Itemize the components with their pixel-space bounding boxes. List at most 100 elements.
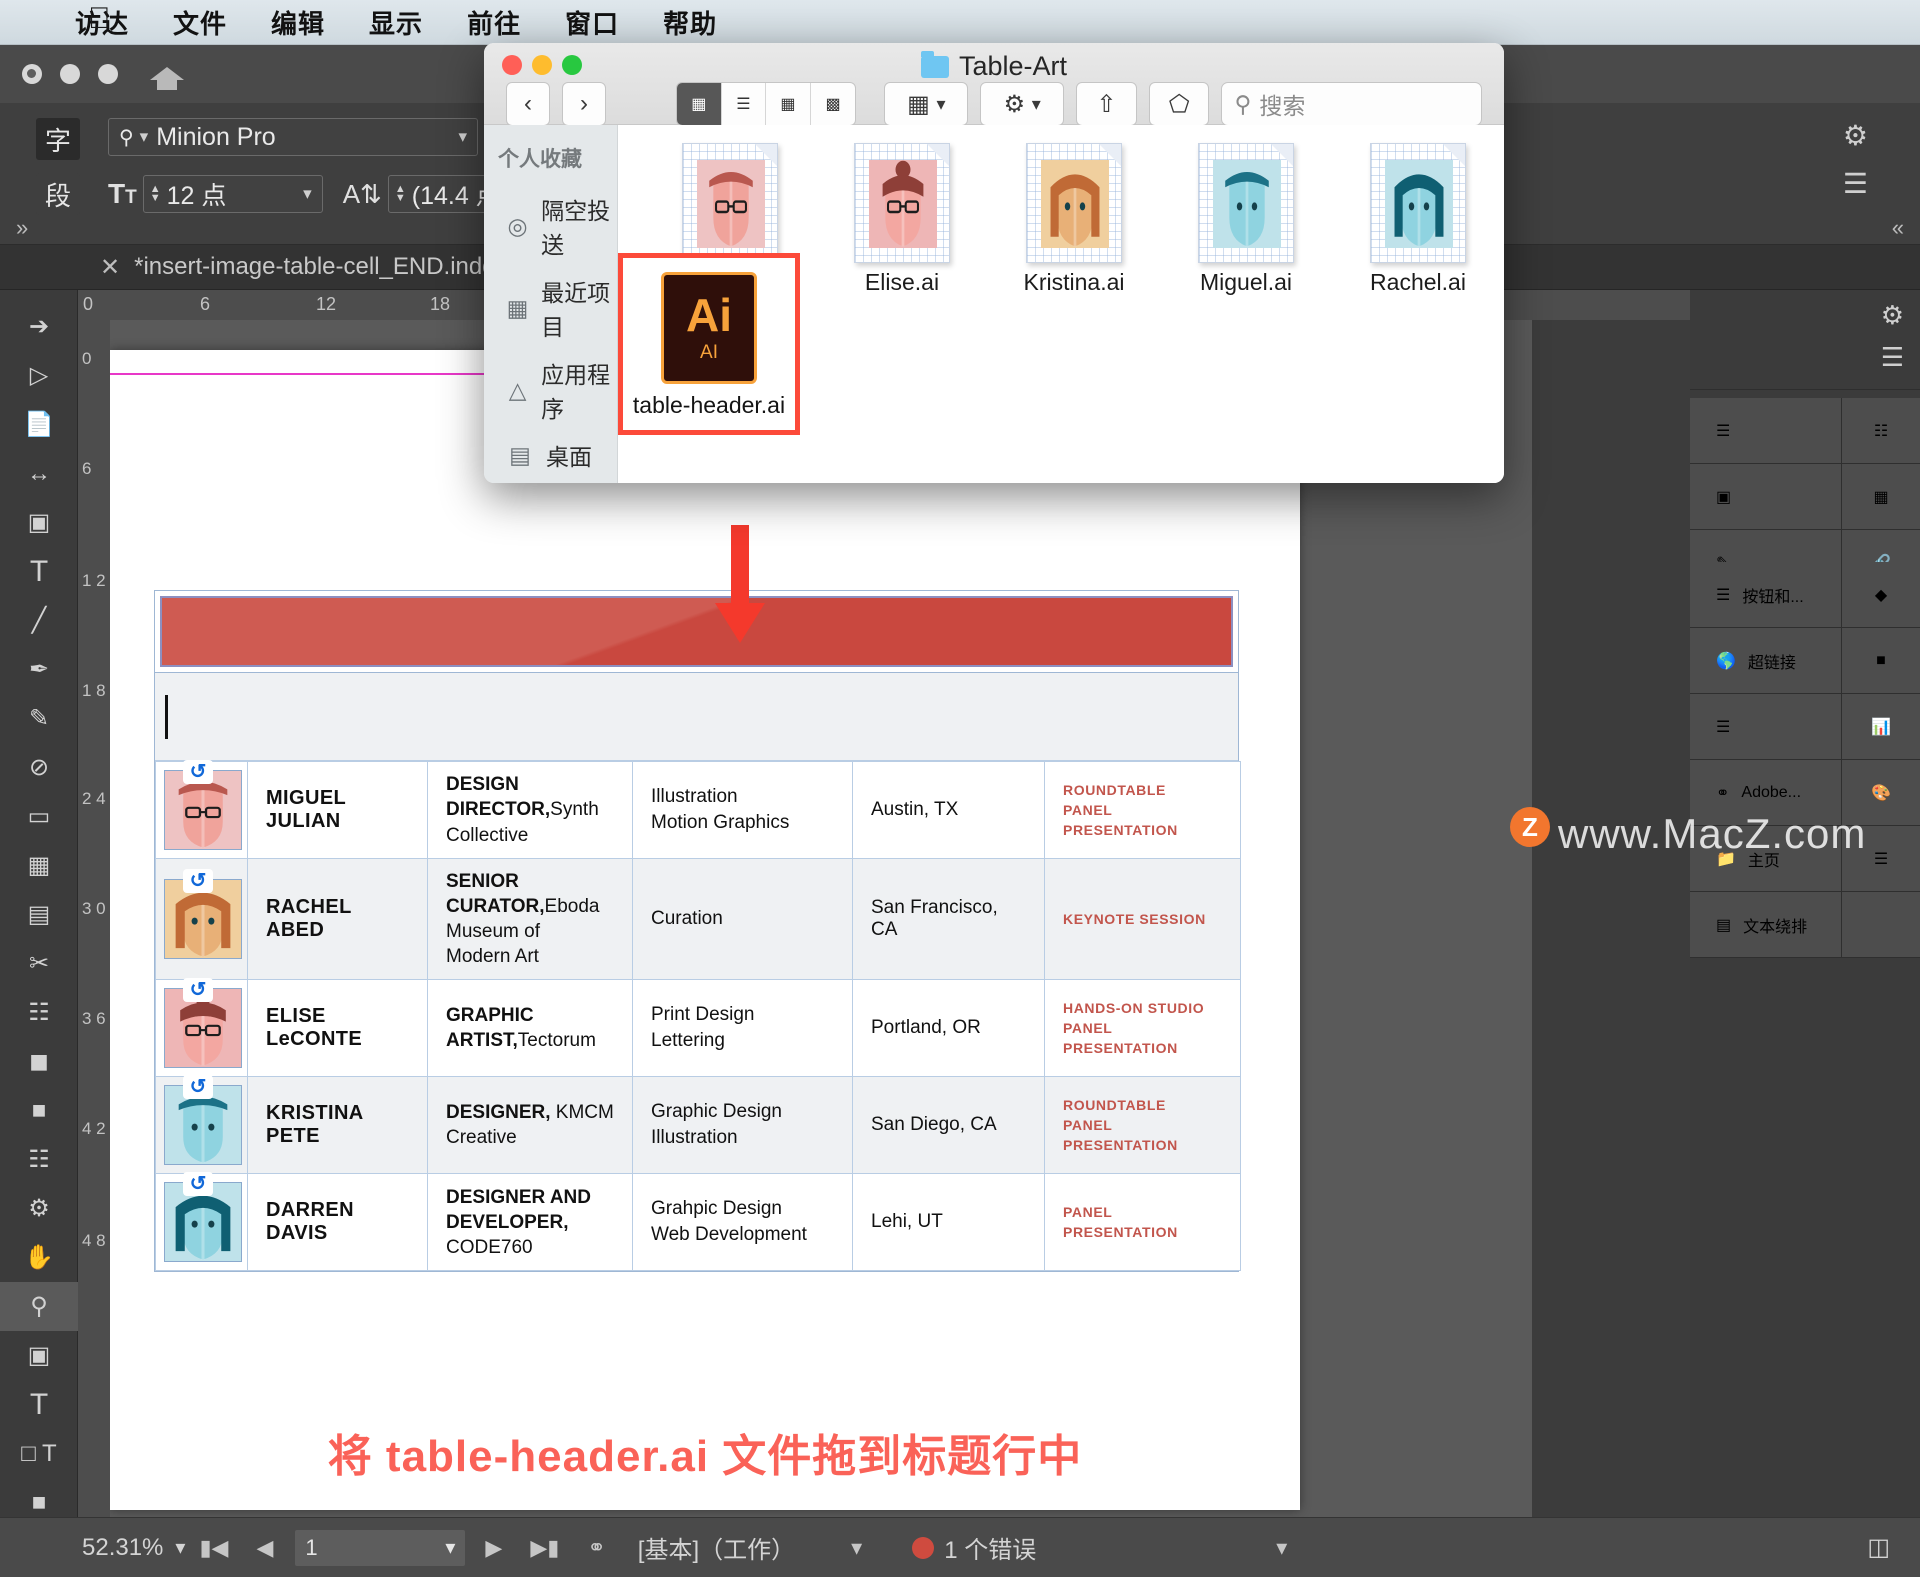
- menu-edit[interactable]: 编辑: [271, 4, 325, 41]
- first-page-button[interactable]: ▮◀: [199, 1535, 228, 1561]
- expand-chevrons-icon[interactable]: »: [16, 215, 28, 241]
- speaker-photo-cell[interactable]: ↺: [156, 762, 248, 859]
- table-empty-row[interactable]: [155, 673, 1238, 761]
- panel-hyperlinks[interactable]: 🌎 超链接: [1690, 628, 1842, 693]
- page-number-input[interactable]: 1 ▾: [295, 1530, 465, 1566]
- file-item[interactable]: Miguel.ai: [1160, 143, 1332, 296]
- menu-view[interactable]: 显示: [369, 4, 423, 41]
- speaker-location-cell[interactable]: San Diego, CA: [853, 1077, 1045, 1174]
- speaker-skills-cell[interactable]: IllustrationMotion Graphics: [633, 762, 853, 859]
- table-row[interactable]: ↺RACHEL ABEDSENIOR CURATOR,Eboda Museum …: [156, 859, 1241, 980]
- speaker-skills-cell[interactable]: Print DesignLettering: [633, 980, 853, 1077]
- dock-row[interactable]: ▤ 文本绕排: [1690, 892, 1920, 958]
- font-size-input[interactable]: ▲▼ 12 点 ▾: [143, 175, 323, 213]
- menu-go[interactable]: 前往: [467, 4, 521, 41]
- speaker-title-cell[interactable]: GRAPHIC ARTIST,Tectorum: [428, 980, 633, 1077]
- panel-layers[interactable]: ◆: [1842, 562, 1920, 627]
- eraser-tool[interactable]: ⊘: [0, 743, 78, 792]
- panel-obscured[interactable]: ☰: [1690, 694, 1842, 759]
- note-tool[interactable]: ☷: [0, 1135, 78, 1184]
- back-button[interactable]: ‹: [506, 82, 550, 126]
- finder-file-grid[interactable]: Darren.ai Elise.ai: [618, 125, 1504, 483]
- speaker-title-cell[interactable]: DESIGNER, KMCMCreative: [428, 1077, 633, 1174]
- sidebar-item-airdrop[interactable]: ◎ 隔空投送: [484, 185, 617, 267]
- speaker-name-cell[interactable]: ELISE LeCONTE: [248, 980, 428, 1077]
- panel-text-wrap[interactable]: ▤ 文本绕排: [1690, 892, 1842, 957]
- finder-search-input[interactable]: ⚲ 搜索: [1221, 82, 1482, 126]
- chevron-down-icon[interactable]: ▾: [175, 1535, 185, 1560]
- list-view-button[interactable]: ☰: [722, 83, 767, 125]
- speaker-session-cell[interactable]: ROUNDTABLEPANEL PRESENTATION: [1045, 762, 1241, 859]
- file-item[interactable]: Kristina.ai: [988, 143, 1160, 296]
- selection-tool[interactable]: ➔: [0, 302, 78, 351]
- hamburger-icon[interactable]: ☰: [1881, 342, 1904, 373]
- speaker-photo-cell[interactable]: ↺: [156, 1077, 248, 1174]
- font-family-input[interactable]: ⚲ ▾ Minion Pro ▾: [108, 118, 478, 156]
- container-text-toggle[interactable]: □ T: [0, 1429, 78, 1478]
- leading-stepper[interactable]: ▲▼: [389, 185, 412, 203]
- sidebar-item-desktop[interactable]: ▤ 桌面: [484, 431, 617, 479]
- eyedropper-tool[interactable]: ⚙: [0, 1184, 78, 1233]
- font-family-dropdown-icon[interactable]: ▾: [448, 127, 477, 147]
- panel-align[interactable]: ☷: [1842, 398, 1920, 463]
- chevron-down-icon[interactable]: ▾: [445, 1535, 455, 1560]
- speaker-name-cell[interactable]: MIGUEL JULIAN: [248, 762, 428, 859]
- next-page-button[interactable]: ▶: [485, 1535, 502, 1561]
- speakers-table[interactable]: ↺MIGUEL JULIANDESIGN DIRECTOR,Synth Coll…: [154, 590, 1239, 1272]
- speaker-session-cell[interactable]: KEYNOTE SESSION: [1045, 859, 1241, 980]
- gap-tool[interactable]: ↔: [0, 449, 78, 498]
- speaker-location-cell[interactable]: Portland, OR: [853, 980, 1045, 1077]
- speaker-skills-cell[interactable]: Curation: [633, 859, 853, 980]
- speaker-title-cell[interactable]: SENIOR CURATOR,Eboda Museum ofModern Art: [428, 859, 633, 980]
- icon-view-button[interactable]: ▦: [677, 83, 722, 125]
- formatting-affects-text[interactable]: T: [0, 1380, 78, 1429]
- speaker-name-cell[interactable]: KRISTINA PETE: [248, 1077, 428, 1174]
- speaker-session-cell[interactable]: ROUNDTABLEPANEL PRESENTATION: [1045, 1077, 1241, 1174]
- elise-avatar[interactable]: ↺: [164, 988, 242, 1068]
- chevron-down-icon[interactable]: ▾: [851, 1535, 862, 1561]
- gallery-view-button[interactable]: ▩: [811, 83, 856, 125]
- rectangle-frame-tool[interactable]: ▭: [0, 792, 78, 841]
- zoom-tool[interactable]: ⚲: [0, 1282, 78, 1331]
- menu-help[interactable]: 帮助: [663, 4, 717, 41]
- collapse-chevrons-icon[interactable]: «: [1892, 215, 1904, 241]
- miguel-avatar[interactable]: ↺: [164, 770, 242, 850]
- dock-row[interactable]: ☰ 📊: [1690, 694, 1920, 760]
- panel-menu-icon[interactable]: ☰: [1843, 167, 1868, 200]
- tags-button[interactable]: ⬠: [1149, 82, 1210, 126]
- action-gear-button[interactable]: ⚙ ▾: [980, 82, 1064, 126]
- column-tool[interactable]: ▤: [0, 890, 78, 939]
- darren-avatar[interactable]: ↺: [164, 1182, 242, 1262]
- gradient-swatch-tool[interactable]: ■: [0, 1086, 78, 1135]
- speaker-location-cell[interactable]: San Francisco, CA: [853, 859, 1045, 980]
- free-transform-tool[interactable]: ☷: [0, 988, 78, 1037]
- panel-buttons-forms[interactable]: ☰ 按钮和...: [1690, 562, 1842, 627]
- close-window-button[interactable]: [22, 64, 42, 84]
- speaker-name-cell[interactable]: DARREN DAVIS: [248, 1174, 428, 1271]
- dock-row-pages[interactable]: ▣ ▦: [1690, 464, 1920, 530]
- previous-page-button[interactable]: ◀: [256, 1535, 273, 1561]
- type-tool[interactable]: T: [0, 547, 78, 596]
- hand-tool[interactable]: ✋: [0, 1233, 78, 1282]
- apple-logo-icon[interactable]: : [88, 4, 111, 34]
- speaker-photo-cell[interactable]: ↺: [156, 1174, 248, 1271]
- home-icon[interactable]: [150, 59, 184, 89]
- speaker-title-cell[interactable]: DESIGN DIRECTOR,Synth Collective: [428, 762, 633, 859]
- table-tool[interactable]: ▦: [0, 841, 78, 890]
- rectangle-tool[interactable]: ◼: [0, 1037, 78, 1086]
- last-page-button[interactable]: ▶▮: [530, 1535, 559, 1561]
- view-mode-segmented[interactable]: ▦ ☰ ▦ ▩: [676, 82, 856, 126]
- preflight-icon[interactable]: ⚭: [587, 1535, 605, 1561]
- speaker-photo-cell[interactable]: ↺: [156, 980, 248, 1077]
- font-size-dropdown-icon[interactable]: ▾: [293, 184, 322, 204]
- close-document-icon[interactable]: ✕: [100, 253, 120, 282]
- character-formatting-button[interactable]: 字: [36, 118, 80, 160]
- table-header-row[interactable]: [155, 591, 1238, 673]
- dock-row-stroke[interactable]: ☰ ☷: [1690, 398, 1920, 464]
- panel-pages[interactable]: ▣: [1690, 464, 1842, 529]
- file-item[interactable]: Elise.ai: [816, 143, 988, 296]
- share-button[interactable]: ⇧: [1076, 82, 1137, 126]
- rachel-avatar[interactable]: ↺: [164, 879, 242, 959]
- speaker-photo-cell[interactable]: ↺: [156, 859, 248, 980]
- zoom-level[interactable]: 52.31% ▾: [82, 1534, 185, 1562]
